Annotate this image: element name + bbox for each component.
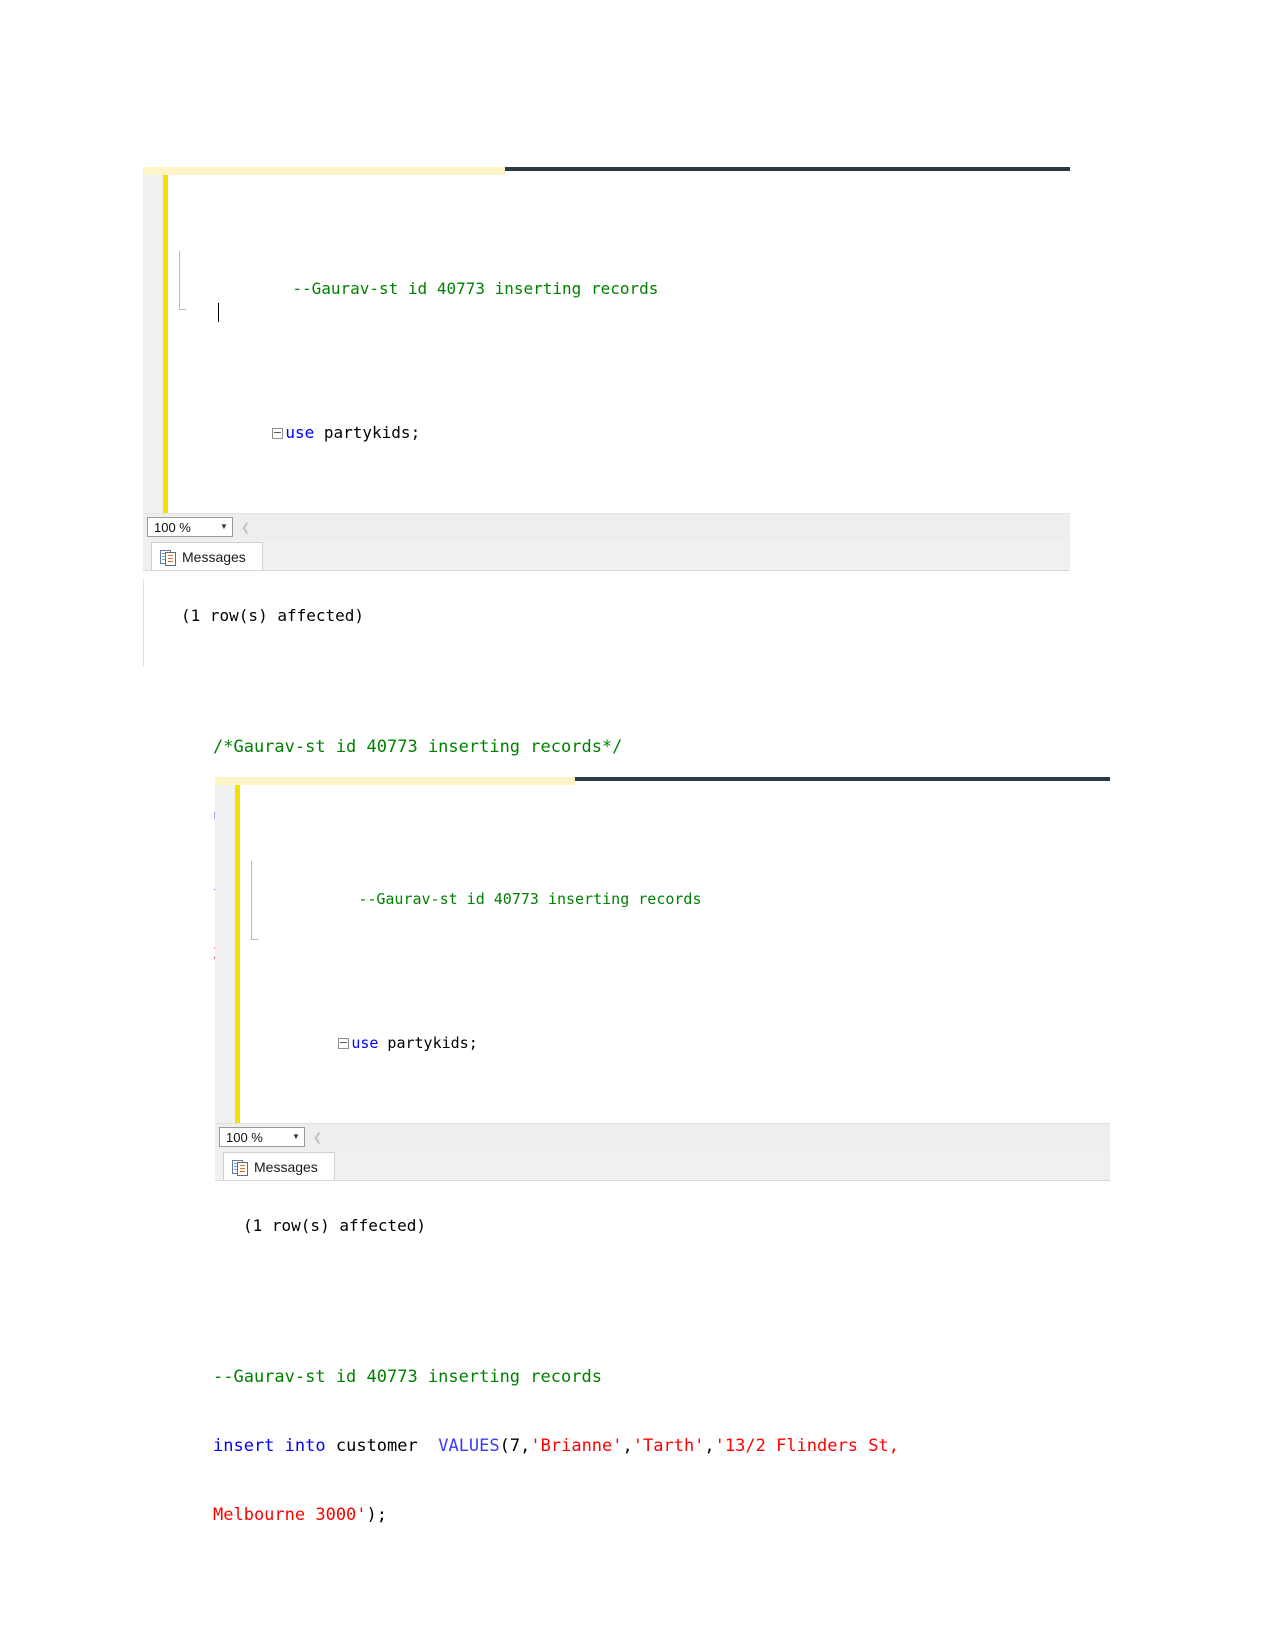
sql-db-name: partykids; [314,423,421,442]
messages-text-1: (1 row(s) affected) [181,606,365,625]
indent-guide [179,251,180,309]
editor-body-1[interactable]: --Gaurav-st id 40773 inserting records u… [143,175,1070,513]
sql-string-firstname: 'Brianne' [530,1436,623,1456]
sql-db-name: partykids; [378,1034,478,1052]
zoom-strip-2: 100 % ▼ ❮ [215,1123,1110,1150]
zoom-strip-1: 100 % ▼ ❮ [143,513,1070,540]
results-pane-1: Messages [143,540,1070,571]
editor-gutter-1 [143,175,163,513]
results-pane-2: Messages [215,1150,1110,1181]
sql-comment: --Gaurav-st id 40773 inserting records [358,890,702,908]
tab-label: Messages [182,548,246,565]
editor-gutter-2 [215,785,235,1123]
messages-body-1: (1 row(s) affected) [143,579,1070,667]
sql-string-address-part2: Melbourne 3000' [213,1505,367,1525]
indent-guide-foot [251,939,258,940]
sql-table-name: customer [325,1436,439,1456]
messages-icon [160,549,176,566]
sql-keyword-use: use [285,423,315,442]
pane-splitter-handle[interactable]: ❮ [241,521,250,534]
tab-strip-active-2 [215,777,575,785]
ssms-window-1: --Gaurav-st id 40773 inserting records u… [143,167,1070,579]
sql-keyword-use: use [351,1034,379,1052]
code-area-1[interactable]: --Gaurav-st id 40773 inserting records u… [168,175,1070,513]
collapse-minus-icon[interactable] [338,1038,350,1049]
zoom-level-label: 100 % [154,519,191,535]
zoom-combobox-1[interactable]: 100 % ▼ [147,517,233,537]
tab-messages-2[interactable]: Messages [223,1152,335,1180]
sql-comment: --Gaurav-st id 40773 inserting records [292,279,659,298]
text-caret [218,303,219,322]
plain-code-line: insert into customer VALUES(7,'Brianne',… [213,1435,1093,1458]
sql-comma: , [622,1436,633,1456]
sql-keyword-insert: insert [213,1436,275,1456]
sql-keyword-into: into [284,1436,326,1456]
results-tabrow-2: Messages [215,1150,1110,1181]
messages-text-2: (1 row(s) affected) [243,1216,427,1235]
sql-space [274,1436,284,1456]
code-line[interactable]: --Gaurav-st id 40773 inserting records [176,253,1070,325]
sql-comment: --Gaurav-st id 40773 inserting records [213,1367,602,1387]
sql-paren-open: ( [499,1436,510,1456]
sql-number: 7 [509,1436,521,1456]
tab-strip-active-1 [143,167,505,175]
plain-code-line: /*Gaurav-st id 40773 inserting records*/ [213,736,1093,759]
sql-comma: , [520,1436,531,1456]
sql-paren-close: ); [366,1505,388,1525]
zoom-level-label: 100 % [226,1129,263,1145]
page-canvas: --Gaurav-st id 40773 inserting records u… [0,0,1275,1650]
messages-body-2: (1 row(s) affected) [215,1189,1110,1269]
zoom-combobox-2[interactable]: 100 % ▼ [219,1127,305,1147]
results-tabrow-1: Messages [143,540,1070,571]
code-line[interactable]: --Gaurav-st id 40773 inserting records [248,863,1110,935]
plain-code-line: --Gaurav-st id 40773 inserting records [213,1366,1093,1389]
code-line[interactable]: use partykids; [176,397,1070,469]
messages-left-edge-1 [143,579,144,667]
indent-guide [251,861,252,939]
messages-icon [232,1159,248,1176]
chevron-down-icon[interactable]: ▼ [216,523,232,531]
sql-string-address-part1: '13/2 Flinders St, [714,1436,899,1456]
tab-strip-rule-1 [505,167,1070,171]
editor-body-2[interactable]: --Gaurav-st id 40773 inserting records u… [215,785,1110,1123]
tab-messages-1[interactable]: Messages [151,542,263,570]
plain-sql-snippet-3: --Gaurav-st id 40773 inserting records i… [213,1320,1093,1573]
sql-block-comment: /*Gaurav-st id 40773 inserting records*/ [213,737,623,757]
editor-tab-strip-2 [215,777,1110,785]
sql-values-keyword: VALUES [438,1436,500,1456]
ssms-window-2: --Gaurav-st id 40773 inserting records u… [215,777,1110,1189]
sql-string-lastname: 'Tarth' [632,1436,705,1456]
sql-comma: , [704,1436,715,1456]
tab-strip-rule-2 [575,777,1110,781]
plain-code-line: Melbourne 3000'); [213,1504,1093,1527]
code-area-2[interactable]: --Gaurav-st id 40773 inserting records u… [240,785,1110,1123]
chevron-down-icon[interactable]: ▼ [288,1133,304,1141]
indent-guide-foot [179,309,186,310]
editor-tab-strip-1 [143,167,1070,175]
code-line[interactable]: use partykids; [248,1007,1110,1079]
collapse-minus-icon[interactable] [272,428,284,439]
pane-splitter-handle[interactable]: ❮ [313,1131,322,1144]
tab-label: Messages [254,1158,318,1175]
